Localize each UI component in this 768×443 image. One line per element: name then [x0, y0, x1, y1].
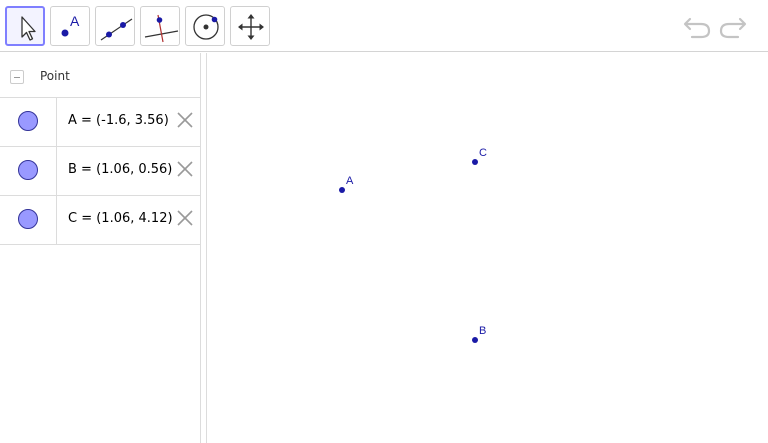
- algebra-row-b[interactable]: B = (1.06, 0.56): [0, 147, 200, 196]
- point-tool-button[interactable]: A: [50, 6, 90, 46]
- circle-tool-button[interactable]: [185, 6, 225, 46]
- point-c[interactable]: C: [472, 147, 487, 165]
- group-label: Point: [40, 69, 70, 83]
- line-tool-button[interactable]: [95, 6, 135, 46]
- visibility-toggle-marble[interactable]: [18, 111, 38, 131]
- delete-icon[interactable]: [176, 209, 194, 227]
- perpendicular-line-tool-button[interactable]: [140, 6, 180, 46]
- collapse-group-button[interactable]: [10, 70, 24, 84]
- move-tool-button[interactable]: [5, 6, 45, 46]
- point-a[interactable]: A: [339, 175, 354, 193]
- point-tool-letter: A: [70, 13, 80, 29]
- view-splitter[interactable]: [200, 53, 207, 443]
- perpendicular-line-icon: [144, 14, 179, 43]
- algebra-view: Point A = (-1.6, 3.56) B = (1.06, 0.56): [0, 53, 200, 443]
- redo-icon: [719, 17, 747, 39]
- algebra-row-a[interactable]: A = (-1.6, 3.56): [0, 98, 200, 147]
- delete-icon[interactable]: [176, 160, 194, 178]
- move-graphics-view-tool-button[interactable]: [230, 6, 270, 46]
- undo-button[interactable]: [682, 12, 712, 44]
- visibility-cell: [0, 147, 57, 195]
- graphics-view[interactable]: A B C: [207, 53, 768, 443]
- toolbar: A: [0, 0, 768, 52]
- visibility-cell: [0, 98, 57, 146]
- point-icon: A: [61, 13, 80, 37]
- algebra-definition[interactable]: B = (1.06, 0.56): [68, 162, 172, 177]
- geogebra-app: A Point A = (-1.6, 3.56) B = (1.06, 0.56…: [0, 0, 768, 443]
- circle-center-point-icon: [193, 14, 219, 40]
- visibility-toggle-marble[interactable]: [18, 160, 38, 180]
- visibility-cell: [0, 196, 57, 244]
- algebra-definition[interactable]: C = (1.06, 4.12): [68, 211, 173, 226]
- visibility-toggle-marble[interactable]: [18, 209, 38, 229]
- graphics-canvas[interactable]: A B C: [207, 53, 768, 443]
- point-marker[interactable]: [472, 159, 478, 165]
- group-header-point: Point: [0, 53, 200, 98]
- cursor-arrow-icon: [21, 16, 36, 41]
- undo-icon: [683, 17, 711, 39]
- point-label[interactable]: C: [479, 147, 487, 159]
- algebra-row-c[interactable]: C = (1.06, 4.12): [0, 196, 200, 245]
- algebra-definition[interactable]: A = (-1.6, 3.56): [68, 113, 169, 128]
- point-marker[interactable]: [472, 337, 478, 343]
- move-arrows-icon: [238, 14, 264, 40]
- redo-button[interactable]: [718, 12, 748, 44]
- line-through-two-points-icon: [100, 18, 133, 41]
- point-marker[interactable]: [339, 187, 345, 193]
- point-label[interactable]: A: [346, 175, 354, 187]
- delete-icon[interactable]: [176, 111, 194, 129]
- point-label[interactable]: B: [479, 325, 486, 337]
- point-b[interactable]: B: [472, 325, 486, 343]
